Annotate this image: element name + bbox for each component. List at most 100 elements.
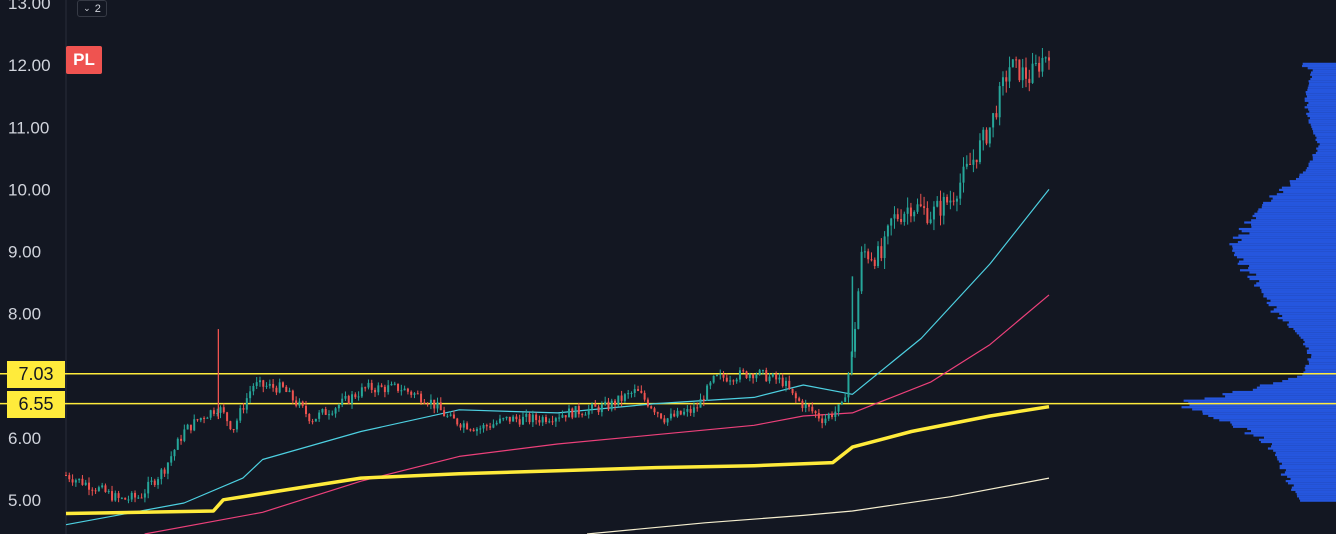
volume-profile-bar [1232, 247, 1336, 250]
candle-body [939, 200, 942, 216]
candle-body [834, 411, 837, 418]
candle-body [249, 391, 252, 399]
candle-body [699, 399, 702, 408]
volume-profile-bar [1238, 260, 1336, 263]
volume-profile-bar [1308, 347, 1336, 350]
candle-body [308, 413, 311, 422]
candle-body [972, 159, 975, 165]
volume-profile-bar [1312, 154, 1336, 157]
volume-profile-bar [1273, 308, 1336, 311]
volume-profile-bar [1270, 310, 1336, 313]
candle-body [272, 383, 275, 388]
candle-body [811, 406, 814, 412]
volume-profile-bar [1290, 184, 1336, 187]
volume-profile-bar [1308, 119, 1336, 122]
candle-body [824, 418, 827, 424]
candle-body [840, 401, 843, 405]
volume-profile-bar [1234, 251, 1336, 255]
candle-body [791, 388, 794, 394]
volume-profile-bar [1293, 484, 1336, 487]
volume-profile-bar [1285, 469, 1336, 472]
volume-profile-bar [1237, 262, 1336, 265]
volume-profile-bar [1233, 254, 1336, 257]
candle-body [452, 414, 455, 419]
ticker-badge[interactable]: PL [66, 46, 102, 74]
candle-body [748, 374, 751, 378]
candle-body [683, 411, 686, 415]
volume-profile-bar [1316, 136, 1336, 139]
candle-body [367, 382, 370, 388]
candle-body [268, 383, 271, 386]
candle-body [390, 384, 393, 386]
candle-body [765, 370, 768, 382]
candle-body [577, 406, 580, 415]
vwap-yellow-line [65, 404, 1050, 516]
candle-body [535, 414, 538, 421]
candle-body [314, 418, 317, 422]
candle-body [291, 390, 294, 401]
volume-profile-bar [1287, 482, 1336, 485]
candle-body [591, 403, 594, 409]
volume-profile-bar [1305, 91, 1336, 94]
volume-profile-bar [1283, 190, 1336, 194]
candle-body [229, 421, 232, 430]
volume-profile-bar [1308, 121, 1336, 124]
volume-profile-bar [1260, 440, 1336, 444]
candle-body [831, 414, 834, 418]
candle-body [870, 259, 873, 261]
candle-body [111, 491, 114, 501]
candle-body [304, 405, 307, 414]
volume-profile-bar [1259, 384, 1336, 387]
candle-body [1005, 77, 1008, 82]
volume-profile-bar [1316, 147, 1336, 150]
volume-profile-bar [1284, 471, 1336, 474]
candle-body [992, 113, 995, 128]
y-tick-label: 10.00 [8, 180, 51, 199]
volume-profile-bar [1261, 288, 1336, 291]
candle-body [857, 291, 860, 329]
candle-body [985, 129, 988, 144]
indicator-collapse-button[interactable]: ⌄ 2 [77, 0, 107, 17]
candle-body [328, 414, 331, 416]
y-tick-label: 6.00 [8, 429, 41, 448]
volume-profile-bar [1202, 412, 1336, 415]
volume-profile-bar [1269, 195, 1336, 198]
candle-body [554, 418, 557, 422]
candle-body [400, 390, 403, 392]
candle-body [124, 497, 127, 500]
candle-body [212, 410, 215, 414]
candle-body [689, 409, 692, 413]
candle-body [406, 388, 409, 392]
ma-long-line [586, 477, 1050, 534]
candle-body [788, 380, 791, 389]
volume-profile-bar [1232, 236, 1336, 239]
volume-profile-bar [1308, 162, 1336, 165]
level-label-upper: 7.03 [7, 360, 65, 388]
candle-body [597, 406, 600, 413]
candle-body [844, 397, 847, 402]
candle-body [781, 377, 784, 387]
candle-body [341, 398, 344, 405]
volume-profile-bar [1236, 256, 1336, 259]
price-chart[interactable]: 13.00 12.00 11.00 10.00 9.00 8.00 6.00 5.00 [0, 0, 1336, 534]
candle-body [778, 377, 781, 380]
candle-body [321, 409, 324, 413]
candle-body [709, 382, 712, 386]
candle-body [354, 394, 357, 398]
volume-profile-bar [1254, 284, 1336, 287]
candle-body [157, 479, 160, 485]
volume-profile-bar [1306, 93, 1336, 96]
candle-body [166, 462, 169, 474]
volume-profile-bar [1266, 297, 1336, 300]
candle-body [347, 395, 350, 404]
candle-body [298, 401, 301, 406]
candle-body [196, 419, 199, 421]
volume-profile-bar [1271, 443, 1336, 446]
volume-profile-bar [1308, 101, 1336, 105]
candle-body [541, 417, 544, 423]
candle-body [301, 401, 304, 406]
candle-body [863, 251, 866, 253]
candle-body [610, 400, 613, 410]
candle-body [729, 380, 732, 382]
volume-profile-bar [1222, 393, 1336, 396]
